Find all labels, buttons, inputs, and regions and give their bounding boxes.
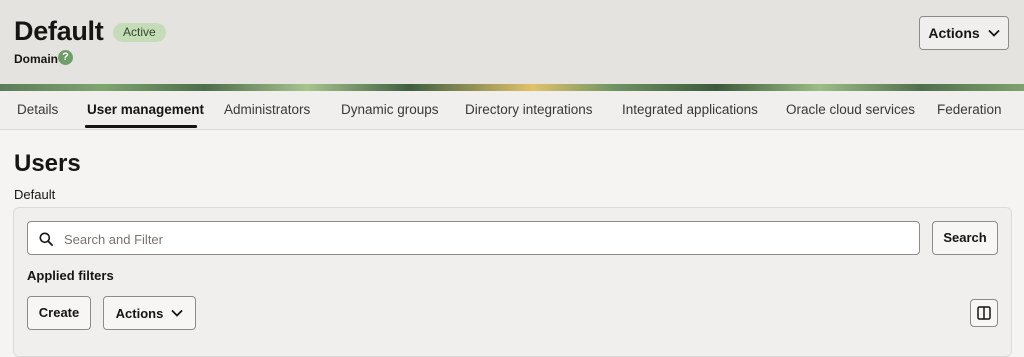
active-tab-indicator bbox=[85, 125, 197, 128]
tab-dynamic-groups[interactable]: Dynamic groups bbox=[341, 91, 439, 129]
header-actions-button[interactable]: Actions bbox=[919, 16, 1009, 50]
domain-subtitle: Domain bbox=[14, 52, 59, 66]
actions-button[interactable]: Actions bbox=[103, 296, 196, 330]
tab-federation[interactable]: Federation bbox=[937, 91, 1002, 129]
actions-button-label: Actions bbox=[115, 305, 164, 321]
tab-directory-integrations[interactable]: Directory integrations bbox=[465, 91, 593, 129]
columns-icon bbox=[977, 306, 991, 320]
page-subtitle: Default bbox=[14, 187, 56, 202]
chevron-down-icon bbox=[171, 309, 183, 317]
tab-integrated-applications[interactable]: Integrated applications bbox=[622, 91, 758, 129]
search-icon bbox=[39, 232, 53, 246]
page-title: Users bbox=[14, 150, 81, 177]
search-field[interactable] bbox=[27, 221, 920, 256]
column-settings-button[interactable] bbox=[970, 299, 998, 327]
page-header: Default Active Domain ? Actions bbox=[0, 0, 1024, 84]
applied-filters-label: Applied filters bbox=[27, 268, 114, 283]
status-badge: Active bbox=[113, 23, 166, 42]
domain-title: Default bbox=[14, 16, 104, 46]
tab-user-management[interactable]: User management bbox=[87, 91, 204, 129]
search-input[interactable] bbox=[62, 222, 906, 256]
help-icon[interactable]: ? bbox=[58, 50, 73, 65]
create-button[interactable]: Create bbox=[27, 296, 91, 330]
decorative-banner bbox=[0, 84, 1024, 91]
search-button[interactable]: Search bbox=[932, 221, 998, 255]
tab-details[interactable]: Details bbox=[17, 91, 58, 129]
tab-administrators[interactable]: Administrators bbox=[224, 91, 310, 129]
tab-oracle-cloud-services[interactable]: Oracle cloud services bbox=[786, 91, 915, 129]
header-actions-label: Actions bbox=[928, 25, 980, 41]
chevron-down-icon bbox=[988, 29, 1000, 37]
